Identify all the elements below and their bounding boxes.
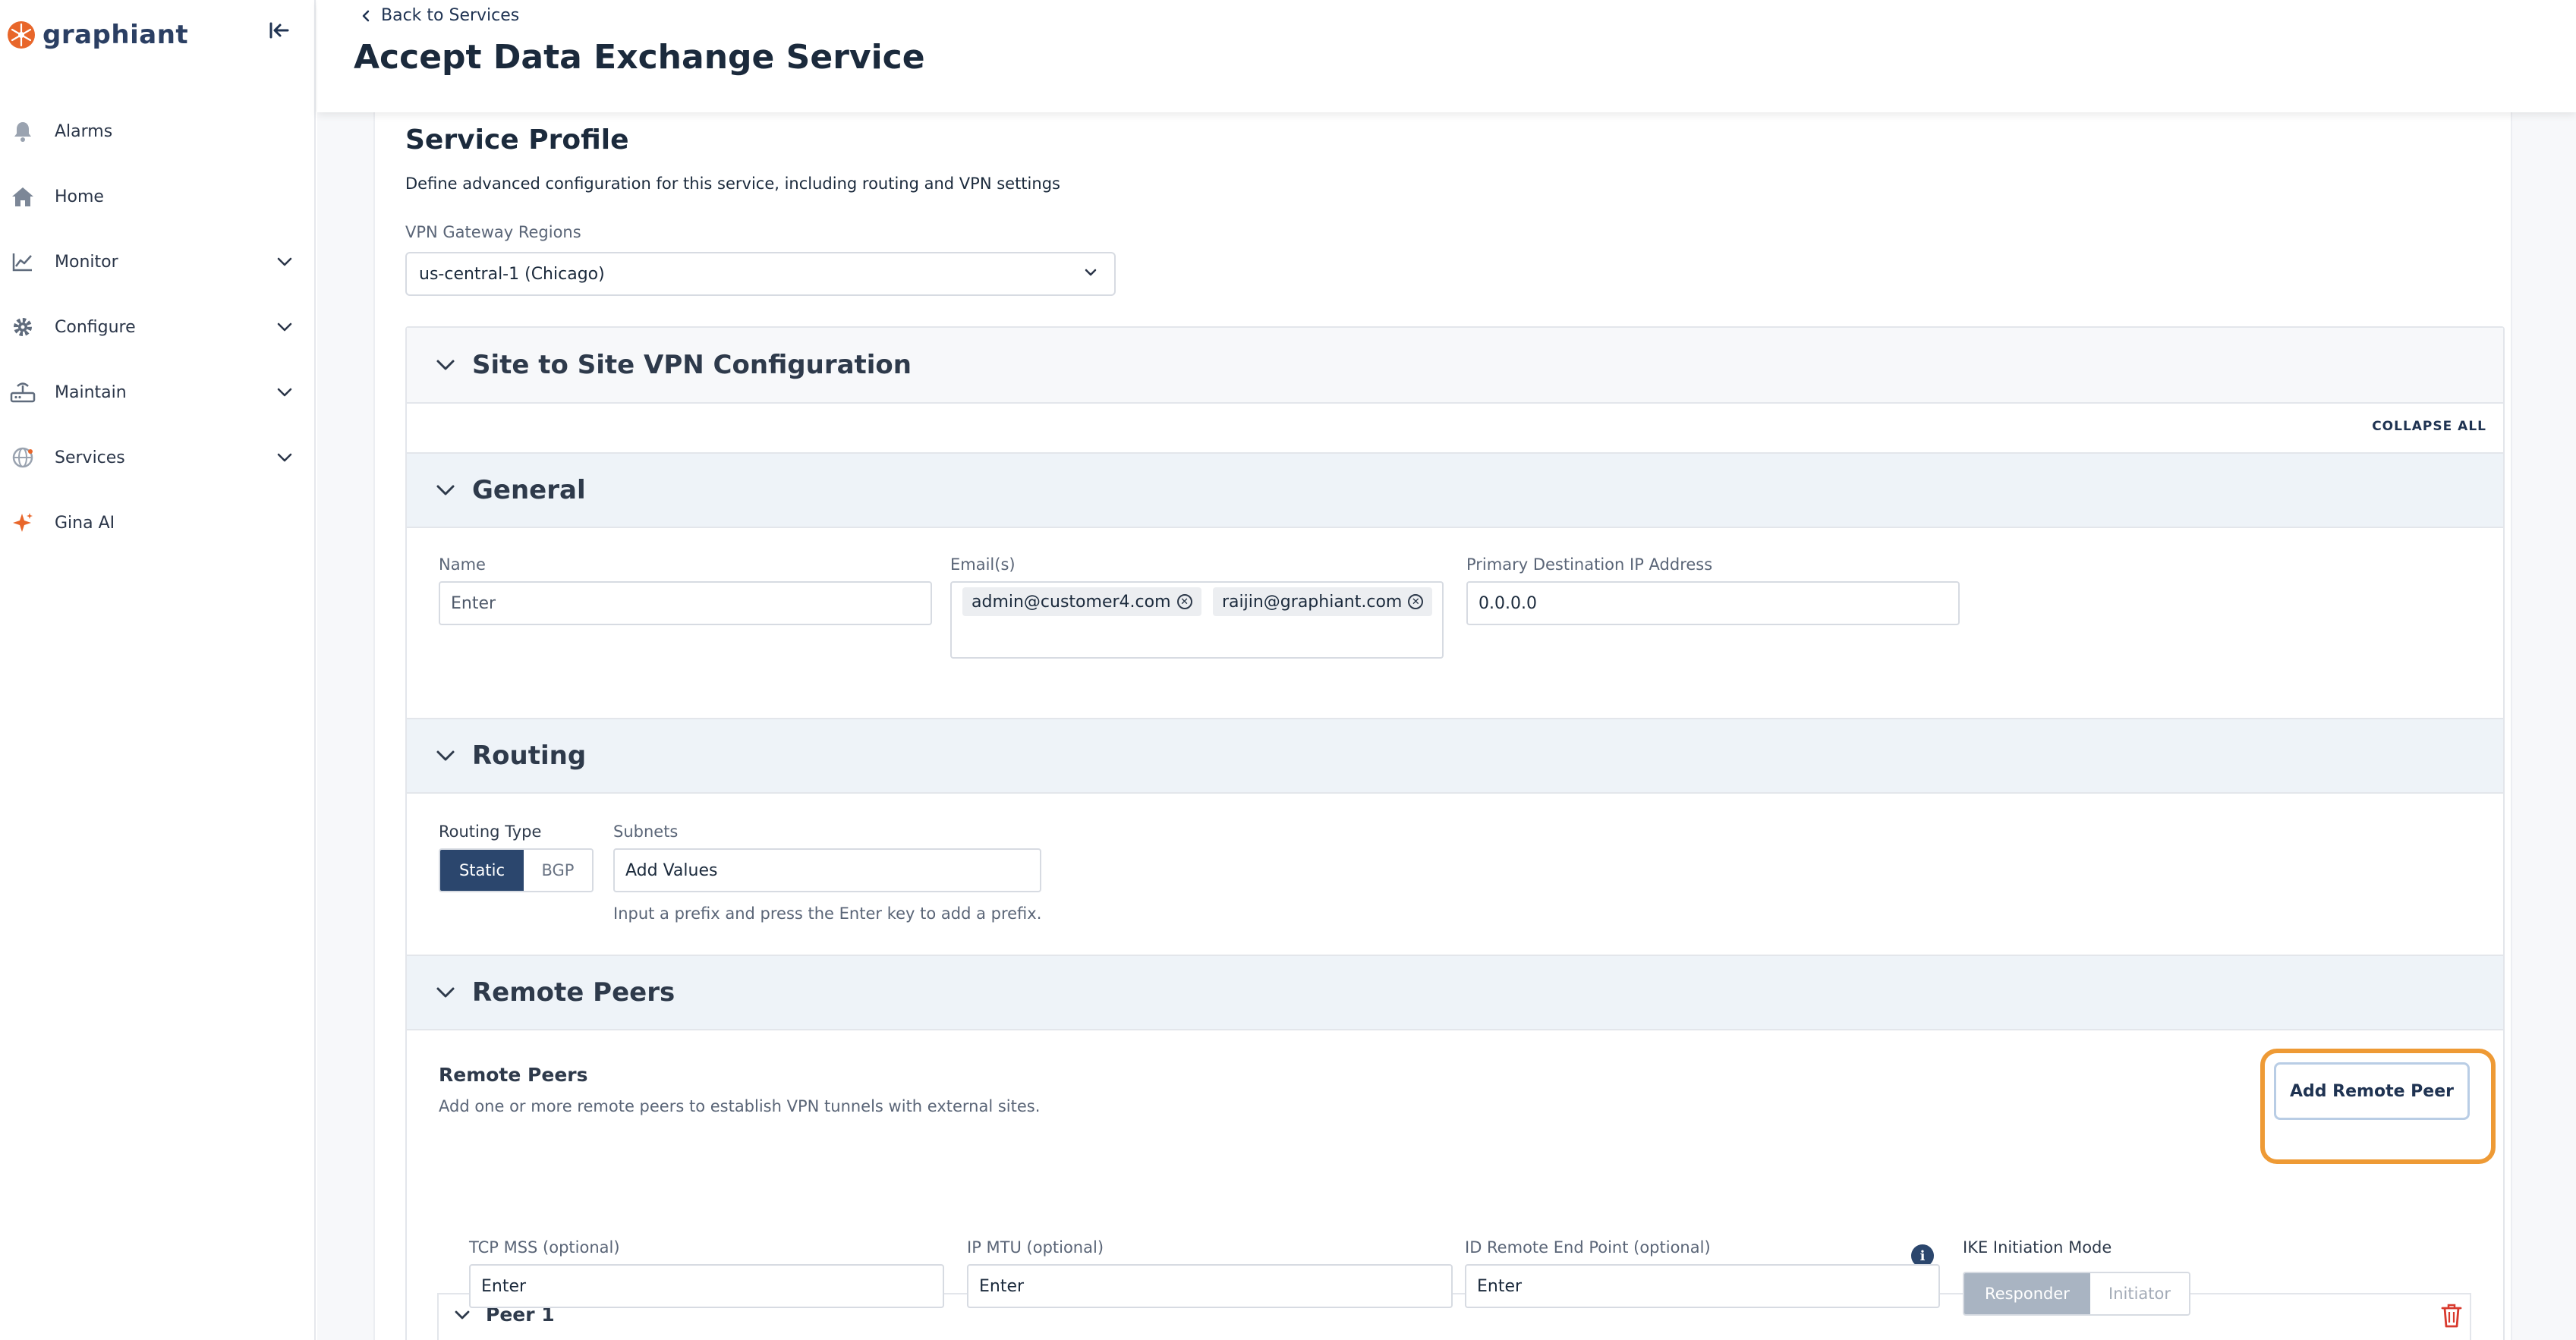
remove-chip-icon[interactable]: ✕: [1408, 594, 1424, 609]
trash-icon: [2441, 1304, 2462, 1328]
sparkle-icon: [9, 509, 36, 536]
id-remote-endpoint-label: ID Remote End Point (optional): [1465, 1238, 1711, 1257]
collapse-sidebar-icon: [269, 22, 289, 39]
sidebar-item-label: Alarms: [55, 121, 113, 141]
routing-static-option[interactable]: Static: [440, 850, 524, 891]
site-to-site-vpn-section: Site to Site VPN Configuration COLLAPSE …: [405, 326, 2505, 1340]
sidebar-item-gina-ai[interactable]: Gina AI: [0, 490, 316, 555]
id-remote-endpoint-input[interactable]: Enter: [1465, 1264, 1940, 1308]
site-to-site-vpn-title: Site to Site VPN Configuration: [472, 350, 912, 380]
vpn-region-value: us-central-1 (Chicago): [419, 264, 605, 284]
tcp-mss-input[interactable]: Enter: [469, 1264, 944, 1308]
main-content: Service Profile Define advanced configur…: [317, 112, 2576, 1340]
sidebar-item-label: Maintain: [55, 382, 127, 402]
ip-mtu-label: IP MTU (optional): [967, 1238, 1104, 1257]
vpn-region-select[interactable]: us-central-1 (Chicago): [405, 252, 1116, 296]
sidebar-item-alarms[interactable]: Alarms: [0, 99, 316, 164]
chevron-down-icon: [273, 446, 296, 469]
router-icon: [9, 379, 36, 406]
routing-section-header[interactable]: Routing: [407, 718, 2503, 794]
remote-peers-title: Remote Peers: [472, 977, 675, 1008]
subnets-input[interactable]: Add Values: [613, 848, 1041, 892]
service-profile-description: Define advanced configuration for this s…: [405, 175, 1060, 193]
emails-field[interactable]: admin@customer4.com ✕ raijin@graphiant.c…: [950, 581, 1444, 659]
email-chip-label: raijin@graphiant.com: [1222, 592, 1403, 612]
chevron-down-icon: [436, 360, 455, 370]
tcp-mss-label: TCP MSS (optional): [469, 1238, 620, 1257]
sidebar-item-maintain[interactable]: Maintain: [0, 360, 316, 425]
chevron-down-icon: [1082, 264, 1099, 285]
globe-network-icon: [9, 444, 36, 471]
graphiant-logo-icon: [8, 21, 35, 49]
chevron-down-icon: [436, 485, 455, 495]
sidebar-item-configure[interactable]: Configure: [0, 294, 316, 360]
chevron-down-icon: [273, 250, 296, 273]
chevron-down-icon: [273, 381, 296, 404]
service-profile-card: Service Profile Define advanced configur…: [373, 112, 2512, 1340]
chevron-down-icon: [455, 1310, 470, 1319]
chart-line-icon: [9, 248, 36, 275]
gear-icon: [9, 313, 36, 341]
sidebar-item-label: Home: [55, 187, 104, 206]
sidebar-item-home[interactable]: Home: [0, 164, 316, 229]
name-input[interactable]: Enter: [439, 581, 932, 625]
site-to-site-vpn-header[interactable]: Site to Site VPN Configuration: [407, 328, 2503, 404]
back-link-label: Back to Services: [381, 6, 520, 25]
emails-label: Email(s): [950, 555, 1016, 574]
collapse-sidebar-button[interactable]: [266, 17, 293, 44]
bell-icon: [9, 118, 36, 145]
ike-initiation-mode-label: IKE Initiation Mode: [1963, 1238, 2112, 1257]
primary-ip-input[interactable]: 0.0.0.0: [1466, 581, 1960, 625]
ike-initiation-mode-toggle: Responder Initiator: [1963, 1272, 2190, 1316]
page-title: Accept Data Exchange Service: [354, 38, 925, 77]
general-title: General: [472, 475, 586, 505]
chevron-down-icon: [273, 316, 296, 338]
sidebar: graphiant Alarms Home Monitor Configure …: [0, 0, 316, 1340]
back-to-services-link[interactable]: Back to Services: [361, 6, 519, 25]
chevron-left-icon: [362, 10, 370, 21]
sidebar-item-services[interactable]: Services: [0, 425, 316, 490]
logo[interactable]: graphiant: [6, 12, 188, 58]
vpn-region-label: VPN Gateway Regions: [405, 223, 581, 241]
remote-peers-section-header[interactable]: Remote Peers: [407, 955, 2503, 1030]
sidebar-nav: Alarms Home Monitor Configure Maintain S…: [0, 99, 316, 555]
general-section-header[interactable]: General: [407, 452, 2503, 528]
sidebar-item-label: Configure: [55, 317, 136, 337]
ike-responder-option[interactable]: Responder: [1964, 1273, 2090, 1314]
ip-mtu-input[interactable]: Enter: [967, 1264, 1453, 1308]
remote-peers-subtitle: Remote Peers: [439, 1064, 588, 1086]
routing-title: Routing: [472, 741, 587, 771]
routing-type-toggle: Static BGP: [439, 848, 594, 892]
service-profile-title: Service Profile: [405, 124, 629, 156]
remove-chip-icon[interactable]: ✕: [1176, 594, 1192, 609]
email-chip: raijin@graphiant.com ✕: [1213, 587, 1433, 616]
collapse-all-button[interactable]: COLLAPSE ALL: [2372, 419, 2486, 434]
primary-ip-label: Primary Destination IP Address: [1466, 555, 1713, 574]
delete-peer-button[interactable]: [2438, 1301, 2465, 1331]
sidebar-item-monitor[interactable]: Monitor: [0, 229, 316, 294]
sidebar-item-label: Services: [55, 448, 125, 467]
sidebar-item-label: Monitor: [55, 252, 118, 272]
chevron-down-icon: [436, 987, 455, 998]
routing-bgp-option[interactable]: BGP: [524, 850, 592, 891]
subnets-helper-text: Input a prefix and press the Enter key t…: [613, 904, 1042, 923]
chevron-down-icon: [436, 750, 455, 761]
email-chip: admin@customer4.com ✕: [962, 587, 1201, 616]
sidebar-item-label: Gina AI: [55, 513, 115, 533]
home-icon: [9, 183, 36, 210]
ike-initiator-option[interactable]: Initiator: [2090, 1273, 2189, 1314]
logo-text: graphiant: [43, 20, 189, 50]
email-chip-label: admin@customer4.com: [972, 592, 1171, 612]
add-remote-peer-button[interactable]: Add Remote Peer: [2274, 1062, 2470, 1120]
name-label: Name: [439, 555, 486, 574]
routing-type-label: Routing Type: [439, 823, 542, 841]
subnets-label: Subnets: [613, 823, 679, 841]
remote-peers-description: Add one or more remote peers to establis…: [439, 1097, 1041, 1115]
page-header: Back to Services Accept Data Exchange Se…: [317, 0, 2576, 112]
